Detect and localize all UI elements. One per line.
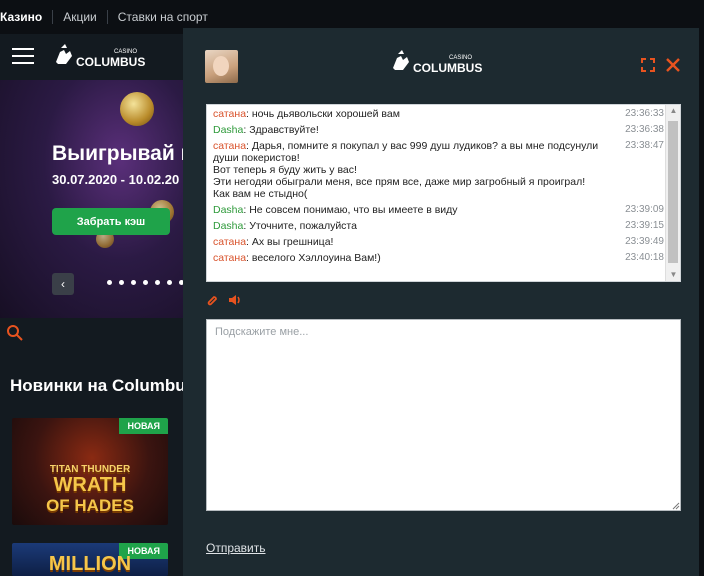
tab-casino[interactable]: Казино	[0, 0, 52, 34]
tab-promotions[interactable]: Акции	[53, 0, 107, 34]
message-time: 23:40:18	[625, 252, 664, 263]
coin-image	[120, 92, 154, 126]
message-author: сатана	[213, 140, 247, 152]
message-input[interactable]	[206, 319, 681, 511]
message-body: сатана: ночь дьявольски хорошей вам	[213, 108, 400, 120]
chat-window: CASINO COLUMBUS сатана: ночь дьявольски …	[183, 28, 699, 576]
message-text: Уточните, пожалуйста	[249, 220, 357, 232]
message-body: Dasha: Не совсем понимаю, что вы имеете …	[213, 204, 458, 216]
attach-icon[interactable]	[206, 294, 218, 306]
search-icon[interactable]	[6, 324, 24, 342]
chat-message: сатана: Дарья, помните я покупал у вас 9…	[213, 140, 666, 200]
sound-icon[interactable]	[228, 294, 242, 306]
message-time: 23:36:33	[625, 108, 664, 119]
message-body: сатана: веселого Хэллоуина Вам!)	[213, 252, 381, 264]
message-author: сатана	[213, 252, 247, 264]
casino-page: Казино Акции Ставки на спорт CASINO COLU…	[0, 0, 704, 576]
menu-icon[interactable]	[12, 48, 34, 66]
chat-message: сатана: веселого Хэллоуина Вам!) 23:40:18	[213, 252, 666, 264]
chat-message: сатана: Ах вы грешница! 23:39:49	[213, 236, 666, 248]
message-time: 23:39:15	[625, 220, 664, 231]
chat-tools	[206, 292, 242, 308]
banner-title: Выигрывай к	[52, 142, 192, 165]
message-body: Dasha: Здравствуйте!	[213, 124, 319, 136]
message-author: сатана	[213, 236, 247, 248]
message-body: Dasha: Уточните, пожалуйста	[213, 220, 357, 232]
message-text: Вот теперь я буду жить у вас!	[213, 164, 357, 176]
message-time: 23:38:47	[625, 140, 664, 151]
message-text: веселого Хэллоуина Вам!)	[251, 252, 381, 264]
message-text: ночь дьявольски хорошей вам	[251, 108, 400, 120]
message-text: Эти негодяи обыграли меня, все прям все,…	[213, 176, 586, 188]
message-time: 23:36:38	[625, 124, 664, 135]
message-author: Dasha	[213, 204, 244, 216]
message-list: сатана: ночь дьявольски хорошей вам 23:36…	[207, 105, 666, 268]
claim-cash-button[interactable]: Забрать кэш	[52, 208, 170, 235]
scroll-thumb[interactable]	[668, 121, 678, 263]
message-body: сатана: Дарья, помните я покупал у вас 9…	[213, 140, 599, 200]
chat-message: Dasha: Здравствуйте! 23:36:38	[213, 124, 666, 136]
operator-avatar	[205, 50, 238, 83]
resize-handle-icon[interactable]	[671, 501, 680, 510]
svg-text:COLUMBUS: COLUMBUS	[76, 55, 145, 69]
message-time: 23:39:49	[625, 236, 664, 247]
fullscreen-icon[interactable]	[641, 58, 655, 72]
chevron-left-icon[interactable]: ‹	[52, 273, 74, 295]
message-text: Ах вы грешница!	[251, 236, 334, 248]
promo-banner: Выигрывай к 30.07.2020 - 10.02.20 Забрат…	[0, 80, 191, 318]
message-text: Как вам не стыдно(	[213, 188, 308, 200]
message-author: Dasha	[213, 220, 244, 232]
scrollbar[interactable]: ▲ ▼	[665, 105, 680, 281]
site-header: CASINO COLUMBUS	[0, 34, 185, 80]
game-card[interactable]: НОВАЯ MILLION	[12, 543, 168, 576]
chat-message: сатана: ночь дьявольски хорошей вам 23:36…	[213, 108, 666, 120]
game-title-line: WRATH	[53, 474, 127, 496]
scroll-down-icon[interactable]: ▼	[666, 269, 680, 281]
message-text: Здравствуйте!	[249, 124, 319, 136]
svg-text:COLUMBUS: COLUMBUS	[413, 61, 482, 75]
close-icon[interactable]	[665, 57, 681, 73]
carousel-dots[interactable]	[107, 280, 184, 285]
chat-message: Dasha: Уточните, пожалуйста 23:39:15	[213, 220, 666, 232]
scroll-up-icon[interactable]: ▲	[666, 105, 680, 117]
message-text: Не совсем понимаю, что вы имеете в виду	[249, 204, 458, 216]
game-title-line: MILLION	[48, 553, 132, 575]
game-title-line: OF HADES	[46, 496, 134, 515]
columbus-logo: CASINO COLUMBUS	[393, 50, 482, 75]
message-body: сатана: Ах вы грешница!	[213, 236, 334, 248]
chat-header: CASINO COLUMBUS	[183, 28, 699, 100]
chat-message: Dasha: Не совсем понимаю, что вы имеете …	[213, 204, 666, 216]
message-time: 23:39:09	[625, 204, 664, 215]
chat-log[interactable]: сатана: ночь дьявольски хорошей вам 23:36…	[206, 104, 681, 282]
message-text: Дарья, помните я покупал у вас 999 душ л…	[213, 140, 599, 164]
columbus-logo[interactable]: CASINO COLUMBUS	[52, 42, 162, 72]
send-button[interactable]: Отправить	[206, 541, 266, 555]
new-badge: НОВАЯ	[119, 418, 168, 434]
banner-dates: 30.07.2020 - 10.02.20	[52, 172, 180, 187]
game-card[interactable]: НОВАЯ TITAN THUNDER WRATH OF HADES	[12, 418, 168, 525]
new-games-heading: Новинки на Columbus	[10, 376, 196, 395]
message-author: Dasha	[213, 124, 244, 136]
message-author: сатана	[213, 108, 247, 120]
